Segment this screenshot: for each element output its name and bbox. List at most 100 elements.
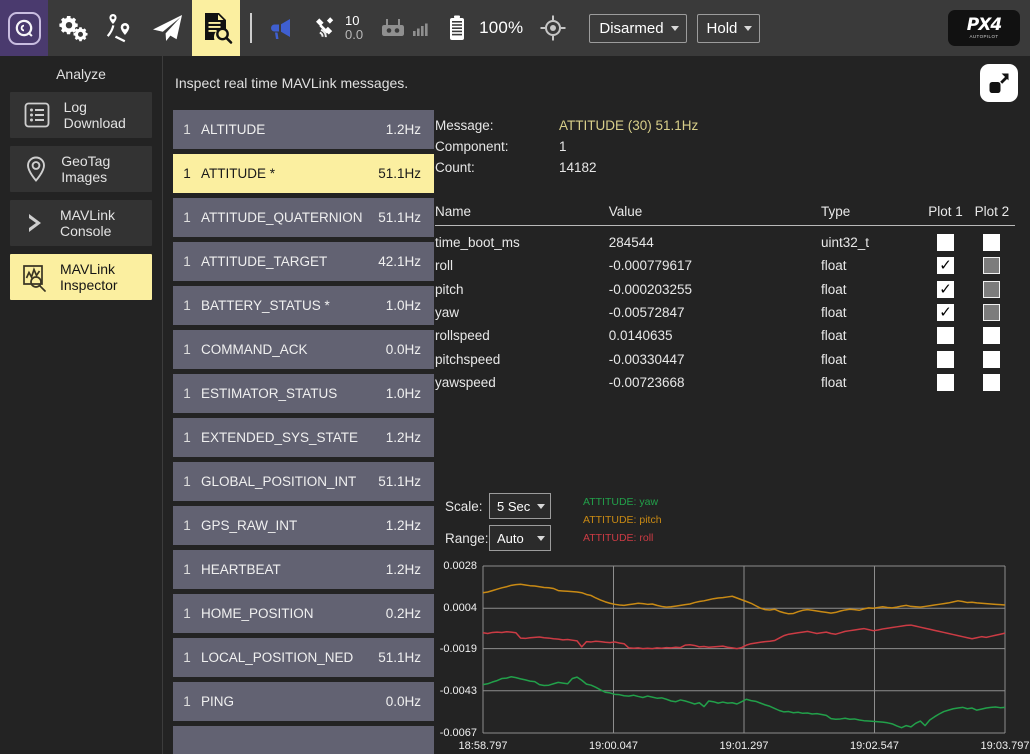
message-list-item[interactable]: 1COMMAND_ACK0.0Hz [173,330,434,369]
message-component-id: 1 [173,254,201,269]
plot2-checkbox[interactable] [983,234,1000,251]
range-dropdown[interactable]: Auto [489,525,551,551]
fields-table-body: time_boot_ms284544uint32_troll-0.0007796… [435,226,1015,394]
message-name: ATTITUDE_TARGET [201,254,378,269]
y-axis-tick-label: -0.0043 [407,685,477,697]
field-type: float [821,305,922,320]
message-list-item[interactable]: 1BATTERY_STATUS *1.0Hz [173,286,434,325]
panel-header: Inspect real time MAVLink messages. [164,56,1030,110]
plot1-checkbox[interactable] [937,234,954,251]
message-list-item[interactable]: 1ATTITUDE_QUATERNION51.1Hz [173,198,434,237]
message-list-item[interactable]: 1HOME_POSITION0.2Hz [173,594,434,633]
y-axis-tick-label: 0.0004 [407,602,477,614]
message-list-item[interactable] [173,726,434,754]
battery-indicator[interactable]: 100% [447,14,523,42]
satellite-icon [310,15,338,41]
plot2-checkbox[interactable] [983,304,1000,321]
field-name: yawspeed [435,375,609,390]
plot1-checkbox-cell [922,234,968,251]
gps-satellite-count: 10 [345,14,363,28]
field-name: pitch [435,282,609,297]
message-list-item[interactable]: 1ESTIMATOR_STATUS1.0Hz [173,374,434,413]
expand-window-icon[interactable] [980,64,1018,102]
plot2-checkbox[interactable] [983,351,1000,368]
message-name: GPS_RAW_INT [201,518,386,533]
plot1-checkbox-cell [922,327,968,344]
plot-canvas [435,558,1030,754]
qgroundcontrol-window: 10 0.0 [0,0,1030,754]
x-axis-tick-label: 19:00.047 [589,740,638,752]
plot1-checkbox[interactable] [937,327,954,344]
message-metadata: Message: ATTITUDE (30) 51.1Hz Component:… [435,110,1030,178]
plot2-checkbox[interactable] [983,281,1000,298]
plot1-checkbox[interactable]: ✓ [937,304,954,321]
field-type: float [821,282,922,297]
message-list-item[interactable]: 1EXTENDED_SYS_STATE1.2Hz [173,418,434,457]
x-axis-tick-label: 19:01.297 [720,740,769,752]
scale-dropdown[interactable]: 5 Sec [489,493,551,519]
field-name: roll [435,258,609,273]
gps-indicator[interactable]: 10 0.0 [310,14,363,41]
sidebar-item-mavlink-console[interactable]: MAVLink Console [10,200,152,246]
message-list[interactable]: 1ALTITUDE1.2Hz 1ATTITUDE *51.1Hz 1ATTITUDE… [173,110,434,754]
x-axis-tick-label: 18:58.797 [459,740,508,752]
toolbar-view-buttons [48,0,240,56]
qgc-logo-button[interactable] [0,0,48,56]
analyze-button[interactable] [192,0,240,56]
arm-state-label: Disarmed [599,20,663,37]
analyze-document-icon [198,11,234,45]
plot2-checkbox[interactable] [983,327,1000,344]
plot2-checkbox[interactable] [983,374,1000,391]
message-list-item[interactable]: 1GPS_RAW_INT1.2Hz [173,506,434,545]
message-name: LOCAL_POSITION_NED [201,650,378,665]
checkmark-icon: ✓ [939,305,952,320]
plot1-checkbox[interactable]: ✓ [937,281,954,298]
message-list-item[interactable]: 1ATTITUDE_TARGET42.1Hz [173,242,434,281]
scale-control-row: Scale: 5 Sec [445,490,551,522]
list-icon [20,98,54,132]
metadata-row-component: Component: 1 [435,136,1030,157]
messages-indicator[interactable] [266,15,296,41]
plot1-checkbox-cell: ✓ [922,257,968,274]
message-list-item[interactable]: 1LOCAL_POSITION_NED51.1Hz [173,638,434,677]
field-name: time_boot_ms [435,235,609,250]
message-list-item[interactable]: 1GLOBAL_POSITION_INT51.1Hz [173,462,434,501]
vehicle-logo-subtitle: AUTOPILOT [969,34,998,39]
main-toolbar: 10 0.0 [0,0,1030,56]
gps-hdop: 0.0 [345,28,363,42]
message-list-item[interactable]: 1ALTITUDE1.2Hz [173,110,434,149]
rc-indicator[interactable] [379,17,407,39]
message-rate: 1.0Hz [386,386,421,401]
plot1-checkbox[interactable] [937,351,954,368]
plot2-checkbox[interactable] [983,257,1000,274]
sidebar-item-label: GeoTag Images [61,153,152,185]
sidebar-item-log-download[interactable]: Log Download [10,92,152,138]
sidebar-item-label: Log Download [64,99,152,131]
sidebar-item-geotag-images[interactable]: GeoTag Images [10,146,152,192]
message-rate: 0.0Hz [386,342,421,357]
flight-mode-dropdown[interactable]: Hold [697,14,761,43]
gps-lock-indicator[interactable] [539,14,567,42]
message-list-item[interactable]: 1HEARTBEAT1.2Hz [173,550,434,589]
plot1-checkbox[interactable] [937,374,954,391]
rssi-indicator[interactable] [411,18,433,38]
sidebar-item-mavlink-inspector[interactable]: MAVLink Inspector [10,254,152,300]
fly-button[interactable] [144,0,192,56]
field-value: 284544 [609,235,821,250]
plan-button[interactable] [96,0,144,56]
plot1-checkbox[interactable]: ✓ [937,257,954,274]
message-rate: 1.2Hz [386,122,421,137]
analyze-sidebar: Analyze Log Download GeoTag Images [0,56,163,754]
arm-state-dropdown[interactable]: Disarmed [589,14,686,43]
message-label: Message: [435,118,559,133]
settings-button[interactable] [48,0,96,56]
plot2-checkbox-cell [969,281,1015,298]
chart-legend: ATTITUDE: yaw ATTITUDE: pitch ATTITUDE: … [583,493,662,547]
waveform-search-icon [20,260,50,294]
map-pin-icon [20,152,51,186]
legend-item-yaw: ATTITUDE: yaw [583,493,662,511]
y-axis-tick-label: -0.0067 [407,727,477,739]
message-list-item[interactable]: 1ATTITUDE *51.1Hz [173,154,434,193]
y-axis-tick-label: -0.0019 [407,643,477,655]
message-list-item[interactable]: 1PING0.0Hz [173,682,434,721]
